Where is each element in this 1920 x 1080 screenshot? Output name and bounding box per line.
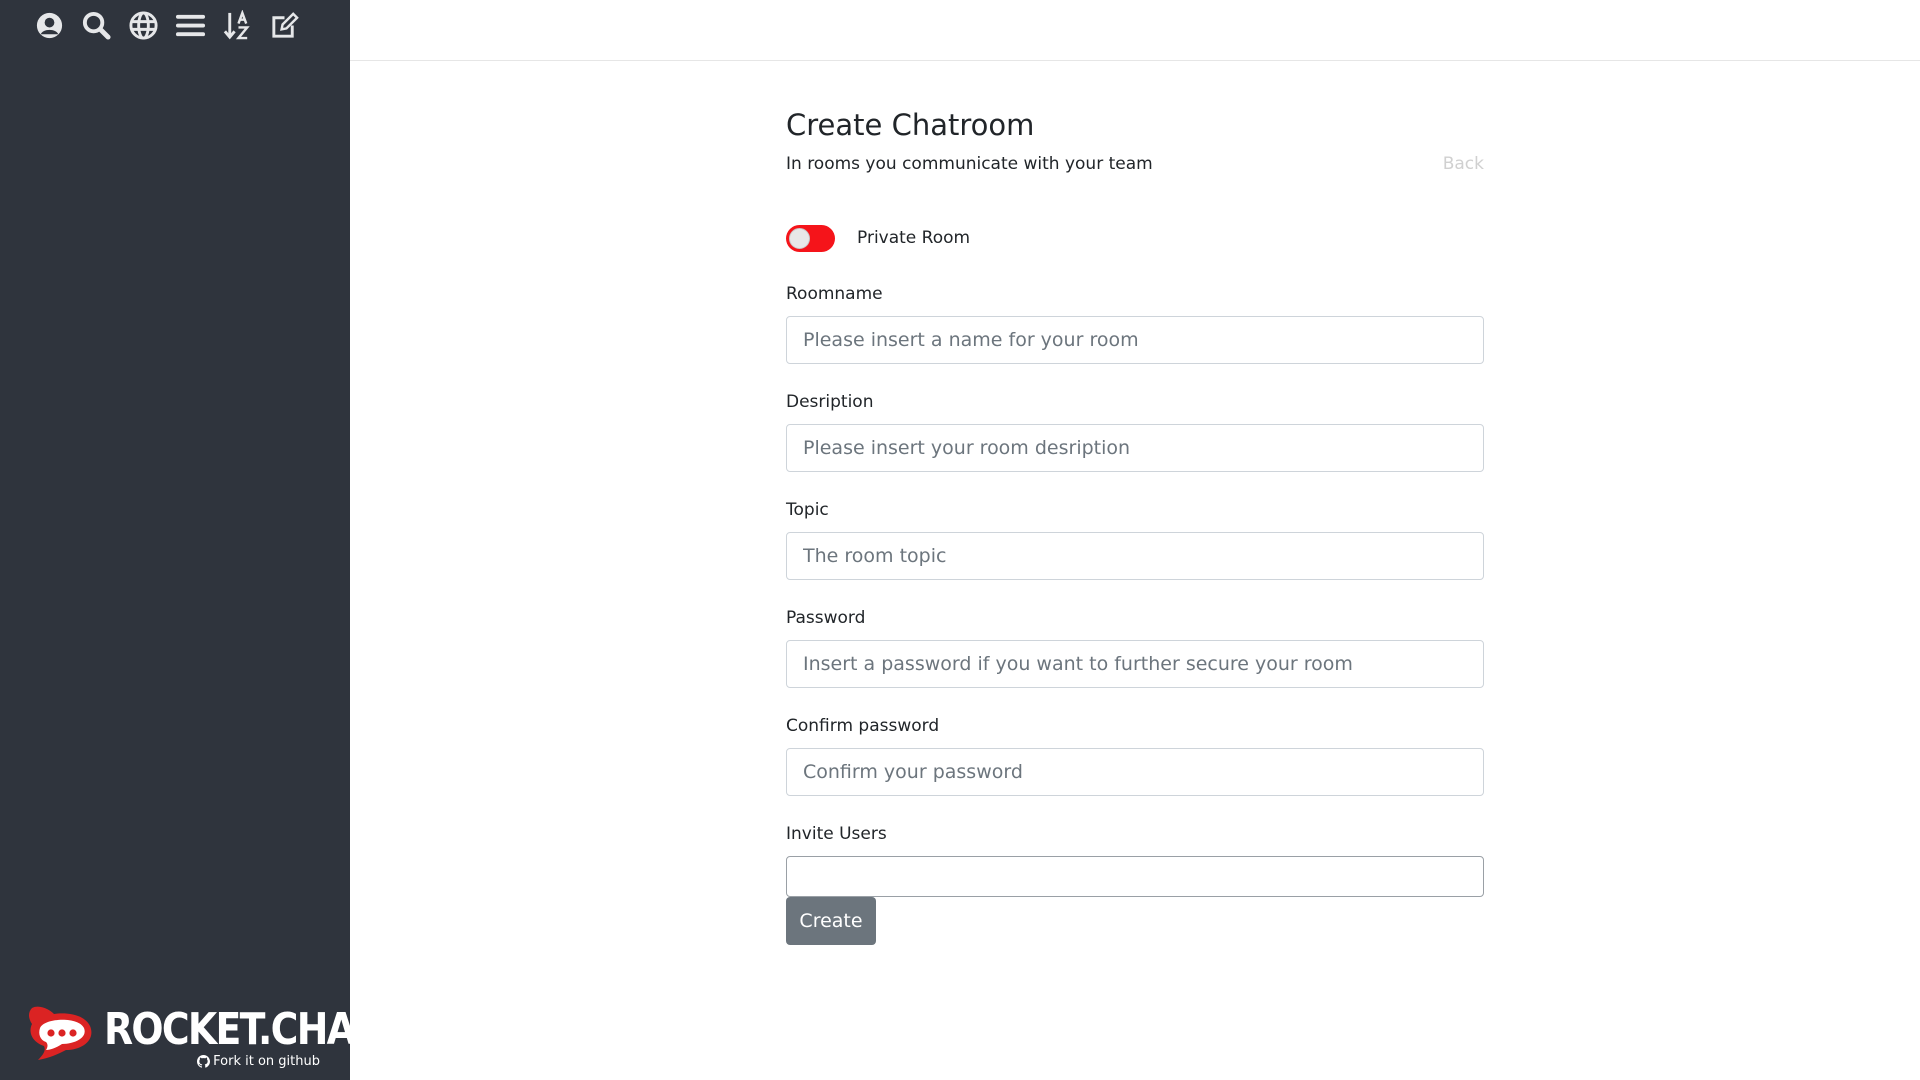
sidebar: ROCKET.CHAT Fork it on github	[0, 0, 377, 1080]
account-button[interactable]	[26, 8, 73, 42]
create-button[interactable]: Create	[786, 897, 876, 945]
user-circle-icon	[36, 12, 63, 38]
sidebar-toolbar	[26, 8, 308, 42]
private-room-label: Private Room	[857, 228, 971, 248]
list-icon	[175, 14, 206, 36]
roomname-field: Roomname	[786, 283, 1484, 364]
create-new-button[interactable]	[261, 8, 308, 42]
form-fields: Roomname Desription Topic Password Confi…	[786, 283, 1484, 945]
create-chatroom-form: Create Chatroom In rooms you communicate…	[786, 104, 1484, 945]
globe-icon	[129, 10, 158, 40]
search-button[interactable]	[73, 8, 120, 42]
display-mode-button[interactable]	[167, 8, 214, 42]
topic-field: Topic	[786, 499, 1484, 580]
directory-button[interactable]	[120, 8, 167, 42]
private-room-toggle[interactable]	[786, 224, 835, 252]
page-subtitle: In rooms you communicate with your team	[786, 154, 1153, 174]
invite-users-label: Invite Users	[786, 824, 887, 844]
fork-link-label: Fork it on github	[213, 1054, 320, 1069]
password-input[interactable]	[786, 640, 1484, 688]
invite-users-field: Invite Users	[786, 823, 1484, 897]
topic-input[interactable]	[786, 532, 1484, 580]
sort-alpha-icon	[223, 9, 250, 39]
topic-label: Topic	[786, 500, 829, 520]
confirm-password-input[interactable]	[786, 748, 1484, 796]
github-icon	[197, 1055, 211, 1068]
password-field: Password	[786, 607, 1484, 688]
search-icon	[82, 11, 111, 40]
confirm-password-field: Confirm password	[786, 715, 1484, 796]
description-input[interactable]	[786, 424, 1484, 472]
brand-footer: ROCKET.CHAT Fork it on github	[26, 1000, 377, 1072]
password-label: Password	[786, 608, 866, 628]
edit-icon	[272, 11, 299, 38]
sort-button[interactable]	[214, 8, 261, 42]
confirm-password-label: Confirm password	[786, 716, 940, 736]
description-field: Desription	[786, 391, 1484, 472]
page-title: Create Chatroom	[786, 108, 1035, 142]
roomname-input[interactable]	[786, 316, 1484, 364]
brand-wordmark: ROCKET.CHAT	[104, 1004, 377, 1055]
fork-on-github-link[interactable]: Fork it on github	[197, 1054, 320, 1069]
back-link[interactable]: Back	[1443, 152, 1484, 176]
description-label: Desription	[786, 392, 874, 412]
roomname-label: Roomname	[786, 284, 883, 304]
invite-users-input[interactable]	[786, 856, 1484, 897]
toggle-knob	[789, 227, 810, 249]
rocket-chat-logo-icon	[29, 1006, 92, 1060]
top-bar	[350, 0, 1920, 61]
private-room-row: Private Room	[786, 223, 1484, 253]
subtitle-row: In rooms you communicate with your team …	[786, 152, 1484, 182]
